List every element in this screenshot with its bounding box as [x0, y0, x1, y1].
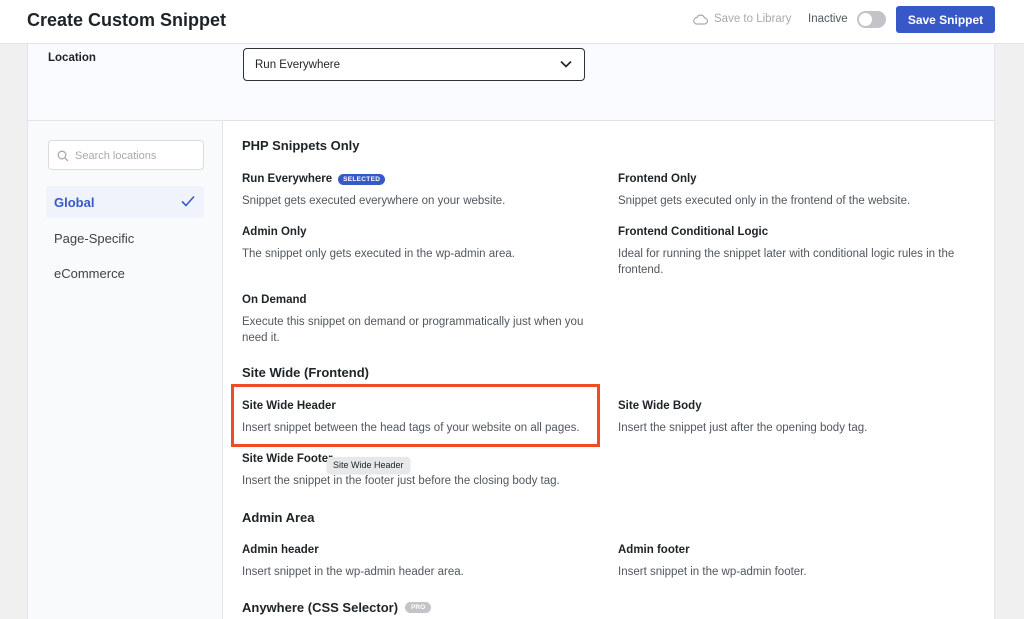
- section-title-css-selector: Anywhere (CSS Selector) PRO: [242, 600, 432, 615]
- option-on-demand[interactable]: On Demand Execute this snippet on demand…: [242, 293, 600, 346]
- location-select[interactable]: Run Everywhere: [243, 48, 585, 81]
- option-site-wide-body[interactable]: Site Wide Body Insert the snippet just a…: [618, 399, 976, 436]
- option-description: Ideal for running the snippet later with…: [618, 248, 955, 276]
- option-site-wide-footer[interactable]: Site Wide Footer Insert the snippet in t…: [242, 452, 600, 489]
- checkmark-icon: [181, 195, 195, 207]
- search-input[interactable]: [75, 147, 199, 165]
- section-title-php: PHP Snippets Only: [242, 138, 360, 153]
- chevron-down-icon: [560, 60, 572, 68]
- sidebar-item-label: Global: [54, 194, 95, 210]
- option-title: Admin header: [242, 544, 319, 556]
- sidebar-item-global[interactable]: Global: [46, 186, 204, 218]
- option-description: Snippet gets executed only in the fronte…: [618, 195, 911, 207]
- page-title: Create Custom Snippet: [27, 10, 227, 30]
- option-title: Site Wide Footer: [242, 453, 333, 465]
- sidebar-item-ecommerce[interactable]: eCommerce: [46, 257, 204, 289]
- pro-badge: PRO: [405, 602, 432, 613]
- option-description: The snippet only gets executed in the wp…: [242, 248, 515, 260]
- location-options: PHP Snippets Only Run Everywhere SELECTED…: [242, 121, 982, 619]
- sidebar-item-label: eCommerce: [54, 265, 125, 281]
- save-snippet-button[interactable]: Save Snippet: [896, 6, 995, 33]
- search-box: [48, 140, 204, 170]
- option-description: Execute this snippet on demand or progra…: [242, 316, 584, 344]
- option-description: Insert snippet in the wp-admin header ar…: [242, 566, 464, 578]
- option-description: Insert the snippet just after the openin…: [618, 422, 868, 434]
- location-picker: Global Page-Specific eCommerce PHP Snipp…: [28, 120, 994, 619]
- top-bar: Create Custom Snippet Save to Library In…: [0, 0, 1024, 44]
- location-sidebar: Global Page-Specific eCommerce: [28, 121, 223, 619]
- option-admin-footer[interactable]: Admin footer Insert snippet in the wp-ad…: [618, 543, 976, 580]
- section-title-text: Anywhere (CSS Selector): [242, 600, 399, 615]
- search-icon: [57, 150, 69, 162]
- active-toggle[interactable]: [857, 11, 886, 28]
- option-description: Insert snippet in the wp-admin footer.: [618, 566, 807, 578]
- option-admin-only[interactable]: Admin Only The snippet only gets execute…: [242, 225, 600, 262]
- option-title: Site Wide Body: [618, 400, 702, 412]
- option-frontend-conditional-logic[interactable]: Frontend Conditional Logic Ideal for run…: [618, 225, 976, 278]
- option-admin-header[interactable]: Admin header Insert snippet in the wp-ad…: [242, 543, 600, 580]
- status-label: Inactive: [808, 13, 848, 25]
- sidebar-item-page-specific[interactable]: Page-Specific: [46, 222, 204, 254]
- location-label: Location: [48, 52, 96, 64]
- option-description: Insert the snippet in the footer just be…: [242, 475, 560, 487]
- section-title-site-wide: Site Wide (Frontend): [242, 365, 369, 380]
- sidebar-item-label: Page-Specific: [54, 230, 135, 246]
- option-title: Admin Only: [242, 226, 307, 238]
- save-to-library-label: Save to Library: [714, 13, 792, 25]
- option-title: Admin footer: [618, 544, 690, 556]
- option-title: On Demand: [242, 294, 307, 306]
- cloud-icon: [693, 14, 708, 25]
- section-title-admin-area: Admin Area: [242, 510, 315, 525]
- option-title: Run Everywhere: [242, 173, 333, 185]
- option-run-everywhere[interactable]: Run Everywhere SELECTED Snippet gets exec…: [242, 172, 600, 209]
- option-description: Snippet gets executed everywhere on your…: [242, 195, 506, 207]
- tooltip: Site Wide Header: [327, 457, 410, 473]
- location-selected-value: Run Everywhere: [255, 59, 341, 71]
- option-frontend-only[interactable]: Frontend Only Snippet gets executed only…: [618, 172, 976, 209]
- toggle-knob: [859, 13, 872, 26]
- highlight-box: [231, 384, 600, 447]
- selected-badge: SELECTED: [338, 173, 386, 185]
- option-title: Frontend Conditional Logic: [618, 226, 769, 238]
- option-title: Frontend Only: [618, 173, 697, 185]
- save-to-library-button[interactable]: Save to Library: [693, 13, 791, 25]
